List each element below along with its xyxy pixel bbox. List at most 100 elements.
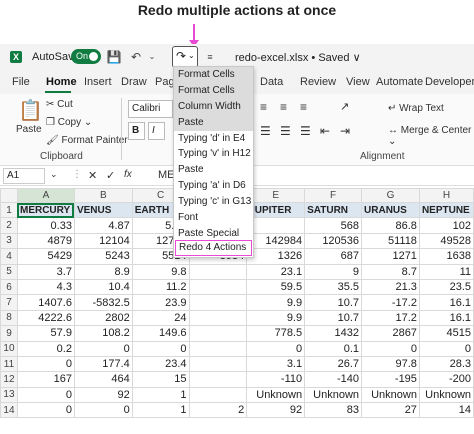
tab-automate[interactable]: Automate <box>376 76 423 88</box>
name-box[interactable]: A1 <box>3 168 45 184</box>
redo-item[interactable]: Paste <box>174 114 253 131</box>
cell[interactable]: 27 <box>361 402 420 419</box>
cell[interactable]: 687 <box>304 248 363 265</box>
cell[interactable]: 177.4 <box>73 355 133 373</box>
align-right-icon[interactable]: ☰ <box>300 124 311 138</box>
tab-home[interactable]: Home <box>46 76 77 88</box>
cell[interactable]: -110 <box>246 371 306 388</box>
cell[interactable]: 21.3 <box>361 278 420 296</box>
cell[interactable]: 51118 <box>361 232 420 250</box>
tab-data[interactable]: Data <box>260 76 283 88</box>
redo-item[interactable]: Column Width <box>174 98 253 115</box>
tab-developer[interactable]: Developer <box>425 76 474 88</box>
align-middle-icon[interactable]: ≡ <box>280 100 287 114</box>
cell[interactable]: 59.5 <box>246 278 306 296</box>
cell[interactable] <box>188 263 248 280</box>
redo-item[interactable]: Font <box>174 210 253 226</box>
cell[interactable]: 10.7 <box>304 309 363 327</box>
row-header[interactable]: 9 <box>0 325 18 342</box>
cell[interactable]: -200 <box>418 371 474 388</box>
cell[interactable]: 11.2 <box>131 278 190 296</box>
cell[interactable]: 97.8 <box>361 355 420 373</box>
customize-toolbar-icon[interactable]: ≡ <box>202 49 218 65</box>
cell[interactable]: 5243 <box>73 248 133 265</box>
cell[interactable]: 86.8 <box>361 217 420 234</box>
cell[interactable] <box>188 340 248 357</box>
cell[interactable]: 57.9 <box>16 325 75 342</box>
cell[interactable]: 102 <box>418 217 474 234</box>
cell[interactable]: 14 <box>418 402 474 419</box>
cell[interactable]: Unknown <box>418 386 474 404</box>
cell[interactable]: 167 <box>16 371 75 388</box>
merge-center-button[interactable]: ↔ Merge & Center ⌄ <box>388 125 474 147</box>
cell[interactable] <box>188 294 248 311</box>
cell[interactable]: 568 <box>304 217 363 234</box>
row-header[interactable]: 14 <box>0 402 18 419</box>
cell[interactable]: 0.33 <box>16 217 75 234</box>
cell[interactable]: 1638 <box>418 248 474 265</box>
redo-item[interactable]: Format Cells <box>174 67 253 83</box>
tab-review[interactable]: Review <box>300 76 336 88</box>
redo-item[interactable]: Typing 'v' in H12 <box>174 146 253 162</box>
cell[interactable]: NEPTUNE <box>418 201 474 219</box>
row-header[interactable]: 8 <box>0 309 18 327</box>
cell[interactable]: 3.7 <box>16 263 75 280</box>
align-bottom-icon[interactable]: ≡ <box>300 100 307 114</box>
wrap-text-button[interactable]: ↵ Wrap Text <box>388 103 444 114</box>
cell[interactable]: 9.9 <box>246 294 306 311</box>
row-header[interactable]: 2 <box>0 217 18 234</box>
cell[interactable]: 0 <box>361 340 420 357</box>
paste-icon[interactable]: 📋 <box>18 98 43 123</box>
file-name[interactable]: redo-excel.xlsx • Saved ∨ <box>235 51 361 64</box>
cell[interactable] <box>188 325 248 342</box>
row-header[interactable]: 7 <box>0 294 18 311</box>
cell[interactable]: 10.4 <box>73 278 133 296</box>
font-name-box[interactable]: Calibri <box>128 100 173 118</box>
cell[interactable]: 4.3 <box>16 278 75 296</box>
tab-file[interactable]: File <box>12 76 30 88</box>
confirm-entry-icon[interactable]: ✓ <box>106 169 115 182</box>
column-header[interactable]: F <box>304 188 363 203</box>
cell[interactable]: 0.1 <box>304 340 363 357</box>
cell[interactable]: 1432 <box>304 325 363 342</box>
save-icon[interactable]: 💾 <box>106 49 122 65</box>
cell[interactable]: URANUS <box>361 201 420 219</box>
column-header[interactable]: H <box>418 188 474 203</box>
column-header[interactable]: E <box>246 188 306 203</box>
cell[interactable]: 23.1 <box>246 263 306 280</box>
cell[interactable]: 28.3 <box>418 355 474 373</box>
insert-function-icon[interactable]: fx <box>124 169 132 180</box>
cell[interactable]: -140 <box>304 371 363 388</box>
row-header[interactable]: 6 <box>0 278 18 296</box>
cell[interactable]: 464 <box>73 371 133 388</box>
copy-button[interactable]: ❐ Copy ⌄ <box>46 117 92 128</box>
cell[interactable]: 23.9 <box>131 294 190 311</box>
cell[interactable]: 9.8 <box>131 263 190 280</box>
italic-button[interactable]: I <box>148 122 165 140</box>
cancel-entry-icon[interactable]: ✕ <box>88 169 97 182</box>
cell[interactable]: 49528 <box>418 232 474 250</box>
redo-count-label[interactable]: Redo 4 Actions <box>175 240 252 256</box>
row-header[interactable]: 10 <box>0 340 18 357</box>
cell[interactable]: 1407.6 <box>16 294 75 311</box>
column-header[interactable]: A <box>16 188 75 203</box>
redo-item[interactable]: Typing 'c' in G13 <box>174 194 253 210</box>
cell[interactable]: 10.7 <box>304 294 363 311</box>
cell[interactable]: 4515 <box>418 325 474 342</box>
cut-button[interactable]: ✂ Cut <box>46 99 73 110</box>
cell[interactable]: 1326 <box>246 248 306 265</box>
row-header[interactable]: 13 <box>0 386 18 404</box>
redo-item[interactable]: Format Cells <box>174 82 253 99</box>
cell[interactable]: 0 <box>246 340 306 357</box>
row-header[interactable]: 4 <box>0 248 18 265</box>
cell[interactable]: SATURN <box>304 201 363 219</box>
cell[interactable]: 0 <box>16 355 75 373</box>
tab-draw[interactable]: Draw <box>121 76 147 88</box>
row-header[interactable]: 1 <box>0 201 18 219</box>
redo-item[interactable]: Typing 'd' in E4 <box>174 131 253 147</box>
cell[interactable]: 120536 <box>304 232 363 250</box>
format-painter-button[interactable]: 🖌 Format Painter <box>46 135 128 146</box>
cell[interactable]: -17.2 <box>361 294 420 311</box>
cell[interactable] <box>188 386 248 404</box>
cell[interactable]: VENUS <box>73 201 133 219</box>
